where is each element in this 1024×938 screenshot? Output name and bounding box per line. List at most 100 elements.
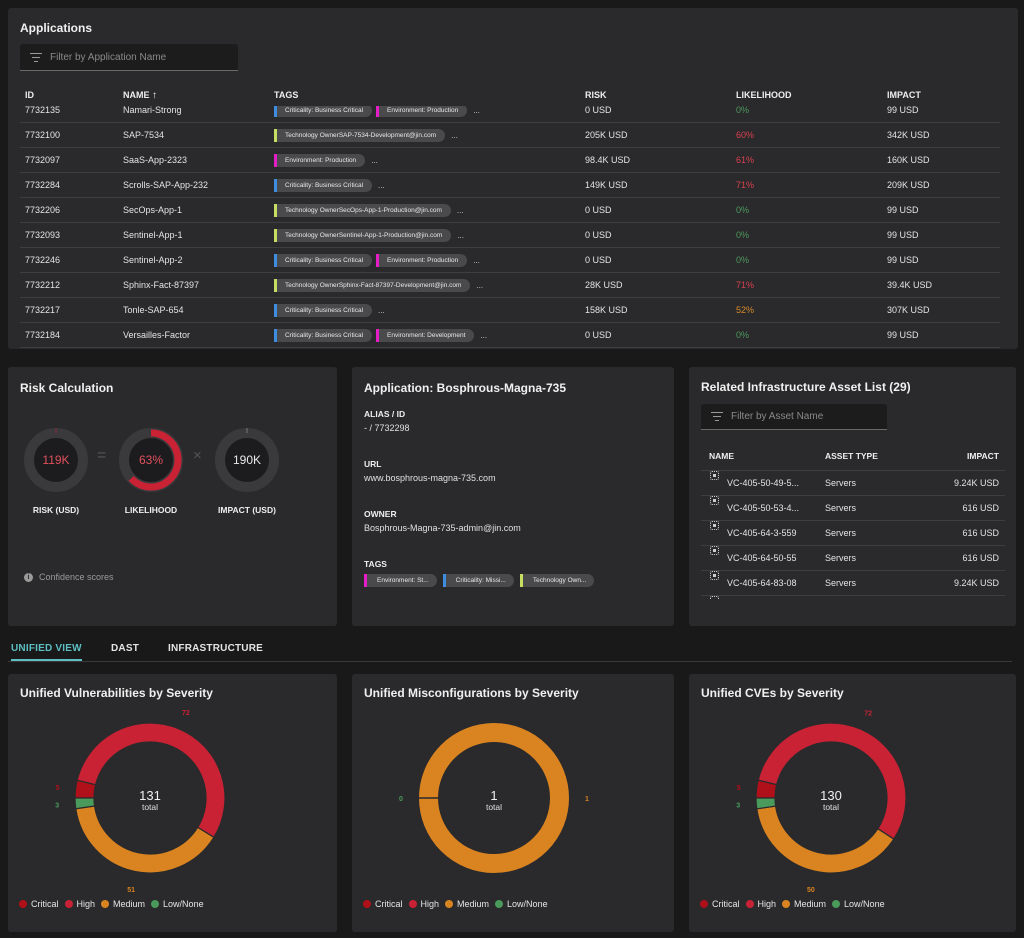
tab-dast[interactable]: DAST: [111, 643, 139, 659]
table-row[interactable]: 7732135 Namari-Strong Criticality: Busines…: [20, 106, 1000, 123]
tag-chip[interactable]: Environment: Production: [376, 106, 468, 117]
asset-row[interactable]: VC-405-50-53-4... Servers 616 USD: [701, 495, 1005, 520]
tag-chip[interactable]: Technology OwnerSecOps-App-1-Production@…: [274, 203, 451, 217]
tag-chip[interactable]: Technology Own...: [519, 574, 595, 587]
data-label: 72: [182, 710, 190, 717]
legend-label: Low/None: [163, 899, 204, 909]
legend-item[interactable]: High: [64, 899, 95, 909]
asset-name[interactable]: VC-405-64-83-08: [727, 571, 797, 595]
row-name[interactable]: Sentinel-App-1: [123, 223, 183, 247]
asset-row[interactable]: VC-405-64-83-08 Servers 9.24K USD: [701, 570, 1005, 595]
column-header-id[interactable]: ID: [25, 90, 34, 100]
row-name[interactable]: SAP-7534: [123, 123, 164, 147]
more-tags-button[interactable]: ...: [451, 129, 458, 142]
table-row[interactable]: 7732206 SecOps-App-1 Technology OwnerSecOp…: [20, 198, 1000, 223]
row-name[interactable]: Sentinel-App-2: [123, 248, 183, 272]
tag-chip[interactable]: Environment: Production: [376, 253, 468, 267]
legend-item[interactable]: Low/None: [832, 899, 885, 909]
asset-filter[interactable]: [701, 404, 887, 430]
table-row[interactable]: 7732217 Tonle-SAP-654 Criticality: Busines…: [20, 298, 1000, 323]
column-header-likelihood[interactable]: LIKELIHOOD: [736, 90, 792, 100]
tag-chip[interactable]: Environment: Development: [376, 328, 475, 342]
table-row[interactable]: 7732212 Sphinx-Fact-87397 Technology Owner…: [20, 273, 1000, 298]
asset-name[interactable]: VC-405-64-50-55: [727, 546, 797, 570]
tag-chip[interactable]: Criticality: Missi...: [442, 574, 514, 587]
tab-unified-view[interactable]: UNIFIED VIEW: [11, 643, 82, 661]
row-name[interactable]: SecOps-App-1: [123, 198, 182, 222]
legend-item[interactable]: Medium: [445, 899, 489, 909]
legend-item[interactable]: Critical: [700, 899, 740, 909]
more-tags-button[interactable]: ...: [473, 254, 480, 267]
sort-ascending-icon[interactable]: ↑: [152, 90, 157, 101]
more-tags-button[interactable]: ...: [476, 279, 483, 292]
more-tags-button[interactable]: ...: [378, 179, 385, 192]
asset-name[interactable]: VC-405-64-88-4...: [727, 596, 799, 599]
asset-table-body[interactable]: VC-405-50-49-5... Servers 9.24K USD VC-405-…: [701, 470, 1005, 599]
table-row[interactable]: 7732093 Sentinel-App-1 Technology OwnerSen…: [20, 223, 1000, 248]
url-value[interactable]: www.bosphrous-magna-735.com: [364, 473, 496, 483]
tag-chip[interactable]: Criticality: Business Critical: [274, 328, 373, 342]
applications-table-body[interactable]: 7732135 Namari-Strong Criticality: Busines…: [20, 106, 1000, 349]
donut-slice-medium[interactable]: [75, 805, 215, 874]
row-name[interactable]: Scrolls-SAP-App-232: [123, 173, 208, 197]
asset-row[interactable]: VC-405-64-88-4... Servers 9.24K USD: [701, 595, 1005, 599]
likelihood-gauge: 63%: [119, 428, 183, 492]
row-name[interactable]: Namari-Strong: [123, 106, 182, 122]
view-tabs: UNIFIED VIEW DAST INFRASTRUCTURE: [8, 641, 1012, 662]
asset-row[interactable]: VC-405-50-49-5... Servers 9.24K USD: [701, 470, 1005, 495]
donut-slice-medium[interactable]: [756, 805, 895, 874]
table-row[interactable]: 7732100 SAP-7534 Technology OwnerSAP-7534-…: [20, 123, 1000, 148]
asset-name[interactable]: VC-405-64-3-559: [727, 521, 797, 545]
more-tags-button[interactable]: ...: [371, 154, 378, 167]
asset-type: Servers: [825, 528, 857, 538]
asset-name[interactable]: VC-405-50-53-4...: [727, 496, 799, 520]
table-row[interactable]: 7732284 Scrolls-SAP-App-232 Criticality: B…: [20, 173, 1000, 198]
tab-infrastructure[interactable]: INFRASTRUCTURE: [168, 643, 263, 659]
legend-item[interactable]: Medium: [782, 899, 826, 909]
table-row[interactable]: 7732246 Sentinel-App-2 Criticality: Busine…: [20, 248, 1000, 273]
asset-filter-input[interactable]: [731, 411, 887, 422]
application-filter-input[interactable]: [50, 51, 210, 63]
more-tags-button[interactable]: ...: [473, 106, 480, 117]
tag-chip[interactable]: Criticality: Business Critical: [274, 303, 373, 317]
tag-chip[interactable]: Environment: Production: [274, 153, 366, 167]
more-tags-button[interactable]: ...: [457, 229, 464, 242]
legend-item[interactable]: Critical: [363, 899, 403, 909]
column-header-impact[interactable]: IMPACT: [967, 451, 999, 461]
tag-chip[interactable]: Technology OwnerSAP-7534-Development@jin…: [274, 128, 446, 142]
row-name[interactable]: Sphinx-Fact-87397: [123, 273, 199, 297]
legend-item[interactable]: Critical: [19, 899, 59, 909]
donut-slice-high[interactable]: [76, 722, 226, 839]
row-name[interactable]: Tonle-SAP-654: [123, 298, 184, 322]
tag-chip[interactable]: Criticality: Business Critical: [274, 178, 373, 192]
more-tags-button[interactable]: ...: [457, 204, 464, 217]
legend-item[interactable]: Low/None: [495, 899, 548, 909]
tag-chip[interactable]: Environment: St...: [364, 574, 437, 587]
table-row[interactable]: 7732097 SaaS-App-2323 Environment: Product…: [20, 148, 1000, 173]
column-header-tags[interactable]: TAGS: [274, 90, 298, 100]
column-header-risk[interactable]: RISK: [585, 90, 607, 100]
table-row[interactable]: 7732184 Versailles-Factor Criticality: Bus…: [20, 323, 1000, 348]
column-header-name[interactable]: NAME: [709, 451, 734, 461]
more-tags-button[interactable]: ...: [480, 329, 487, 342]
tag-chip[interactable]: Criticality: Business Critical: [274, 253, 373, 267]
row-name[interactable]: Versailles-Factor: [123, 323, 190, 347]
column-header-name[interactable]: NAME ↑: [123, 90, 157, 101]
legend-item[interactable]: Low/None: [151, 899, 204, 909]
legend-item[interactable]: High: [408, 899, 439, 909]
tag-chip[interactable]: Technology OwnerSphinx-Fact-87397-Develo…: [274, 278, 471, 292]
tag-chip[interactable]: Technology OwnerSentinel-App-1-Productio…: [274, 228, 452, 242]
asset-name[interactable]: VC-405-50-49-5...: [727, 471, 799, 495]
column-header-impact[interactable]: IMPACT: [887, 90, 921, 100]
application-filter[interactable]: [20, 44, 238, 71]
more-tags-button[interactable]: ...: [378, 304, 385, 317]
row-name[interactable]: SaaS-App-2323: [123, 148, 187, 172]
server-chip-icon: [710, 471, 719, 480]
legend-item[interactable]: Medium: [101, 899, 145, 909]
tag-chip[interactable]: Criticality: Business Critical: [274, 106, 373, 117]
confidence-scores-link[interactable]: i Confidence scores: [24, 572, 114, 582]
legend-item[interactable]: High: [745, 899, 776, 909]
asset-row[interactable]: VC-405-64-3-559 Servers 616 USD: [701, 520, 1005, 545]
column-header-asset-type[interactable]: ASSET TYPE: [825, 451, 878, 461]
asset-row[interactable]: VC-405-64-50-55 Servers 616 USD: [701, 545, 1005, 570]
